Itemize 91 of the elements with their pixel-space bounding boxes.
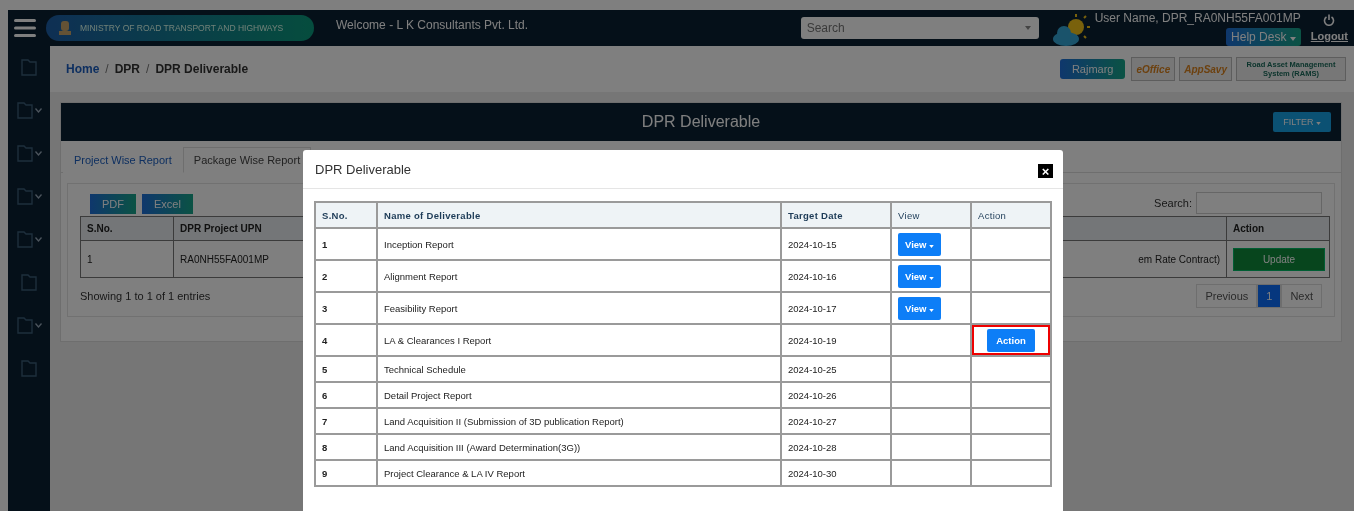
folder-icon[interactable] bbox=[16, 187, 33, 205]
table-cell: 5 bbox=[315, 356, 377, 382]
table-cell: Detail Project Report bbox=[377, 382, 781, 408]
emblem-icon bbox=[58, 20, 72, 36]
pagination-button[interactable]: Next bbox=[1281, 284, 1322, 308]
table-cell: 4 bbox=[315, 324, 377, 356]
tab[interactable]: Package Wise Report bbox=[182, 147, 312, 173]
table-cell: 2024-10-25 bbox=[781, 356, 891, 382]
folder-icon[interactable] bbox=[21, 359, 37, 377]
table-cell: 2024-10-19 bbox=[781, 324, 891, 356]
folder-icon[interactable] bbox=[16, 316, 33, 334]
table-cell: Inception Report bbox=[377, 228, 781, 260]
table-cell: 9 bbox=[315, 460, 377, 486]
view-dropdown[interactable]: View bbox=[898, 232, 942, 256]
entries-info: Showing 1 to 1 of 1 entries bbox=[80, 290, 211, 302]
column-header: Action bbox=[971, 202, 1051, 228]
column-header: S.No. bbox=[315, 202, 377, 228]
menu-icon[interactable] bbox=[14, 19, 36, 37]
page-title: DPR Deliverable bbox=[641, 113, 761, 131]
column-header: Target Date bbox=[781, 202, 891, 228]
table-cell: 2024-10-16 bbox=[781, 260, 891, 292]
welcome-text: Welcome - L K Consultants Pvt. Ltd. bbox=[336, 18, 529, 32]
table-cell: 8 bbox=[315, 434, 377, 460]
column-header[interactable]: S.No. bbox=[80, 216, 174, 241]
column-header[interactable]: Action bbox=[1226, 216, 1330, 241]
close-button[interactable]: × bbox=[1038, 164, 1053, 178]
rajmarg-button[interactable]: Rajmarg bbox=[1059, 59, 1126, 79]
table-cell: 2024-10-26 bbox=[781, 382, 891, 408]
table-search-field[interactable] bbox=[1196, 192, 1322, 214]
table-cell: 1 bbox=[80, 240, 174, 278]
chevron-icon[interactable] bbox=[34, 193, 42, 199]
breadcrumb-separator: / bbox=[146, 62, 150, 76]
help-desk-dropdown[interactable]: Help Desk bbox=[1226, 27, 1301, 46]
folder-icon[interactable] bbox=[21, 273, 37, 291]
column-header: View bbox=[891, 202, 971, 228]
dialog-title: DPR Deliverable bbox=[315, 161, 412, 177]
folder-icon[interactable] bbox=[21, 58, 37, 76]
table-cell: Project Clearance & LA IV Report bbox=[377, 460, 781, 486]
table-cell: 2024-10-27 bbox=[781, 408, 891, 434]
table-cell: 2024-10-30 bbox=[781, 460, 891, 486]
search-label: Search: bbox=[1154, 197, 1192, 209]
table-cell: Land Acquisition II (Submission of 3D publication Report) bbox=[377, 408, 781, 434]
export-button[interactable]: Excel bbox=[142, 194, 193, 214]
caret-icon bbox=[1316, 122, 1321, 125]
breadcrumb-current: DPR bbox=[114, 62, 141, 76]
quick-link-logo[interactable]: eOffice bbox=[1131, 57, 1176, 81]
breadcrumb-link[interactable]: Home bbox=[66, 62, 100, 76]
folder-icon[interactable] bbox=[16, 144, 33, 162]
breadcrumb-current: DPR Deliverable bbox=[155, 62, 249, 76]
breadcrumb-separator: / bbox=[105, 62, 109, 76]
chevron-icon[interactable] bbox=[34, 107, 42, 113]
search-field[interactable]: Search bbox=[800, 17, 1039, 39]
table-cell: 3 bbox=[315, 292, 377, 324]
table-cell: 2 bbox=[315, 260, 377, 292]
table-cell: Feasibility Report bbox=[377, 292, 781, 324]
ministry-name: MINISTRY OF ROAD TRANSPORT AND HIGHWAYS bbox=[80, 23, 284, 33]
table-cell: 6 bbox=[315, 382, 377, 408]
folder-icon[interactable] bbox=[16, 101, 33, 119]
chevron-icon[interactable] bbox=[34, 236, 42, 242]
table-cell: Technical Schedule bbox=[377, 356, 781, 382]
table-cell: 2024-10-17 bbox=[781, 292, 891, 324]
filter-button[interactable]: FILTER bbox=[1273, 112, 1331, 132]
pagination-button[interactable]: Previous bbox=[1196, 284, 1258, 308]
logout-link[interactable]: Logout bbox=[1310, 30, 1348, 42]
caret-icon bbox=[929, 308, 935, 312]
cloud-sun-icon bbox=[1050, 14, 1091, 48]
table-cell: Land Acquisition III (Award Determination(3G)) bbox=[377, 434, 781, 460]
caret-icon bbox=[929, 276, 935, 280]
power-icon[interactable] bbox=[1323, 14, 1336, 26]
caret-icon bbox=[1024, 26, 1031, 30]
table-cell: Alignment Report bbox=[377, 260, 781, 292]
view-dropdown[interactable]: View bbox=[898, 264, 942, 288]
action-button[interactable]: Action bbox=[987, 328, 1035, 352]
caret-icon bbox=[1289, 36, 1296, 41]
user-name: User Name, DPR_RA0NH55FA001MP bbox=[1094, 10, 1301, 25]
chevron-icon[interactable] bbox=[34, 322, 42, 328]
column-header: Name of Deliverable bbox=[377, 202, 781, 228]
caret-icon bbox=[929, 244, 935, 248]
table-cell: 2024-10-28 bbox=[781, 434, 891, 460]
table-cell: 7 bbox=[315, 408, 377, 434]
folder-icon[interactable] bbox=[16, 230, 33, 248]
view-dropdown[interactable]: View bbox=[898, 296, 942, 320]
ministry-banner[interactable]: MINISTRY OF ROAD TRANSPORT AND HIGHWAYS bbox=[46, 15, 314, 41]
table-cell: LA & Clearances I Report bbox=[377, 324, 781, 356]
chevron-icon[interactable] bbox=[34, 150, 42, 156]
table-cell: 2024-10-15 bbox=[781, 228, 891, 260]
pagination-button[interactable]: 1 bbox=[1257, 284, 1282, 308]
quick-link-logo[interactable]: AppSavy bbox=[1179, 57, 1232, 81]
export-button[interactable]: PDF bbox=[90, 194, 136, 214]
table-cell: 1 bbox=[315, 228, 377, 260]
update-button[interactable]: Update bbox=[1233, 247, 1325, 271]
